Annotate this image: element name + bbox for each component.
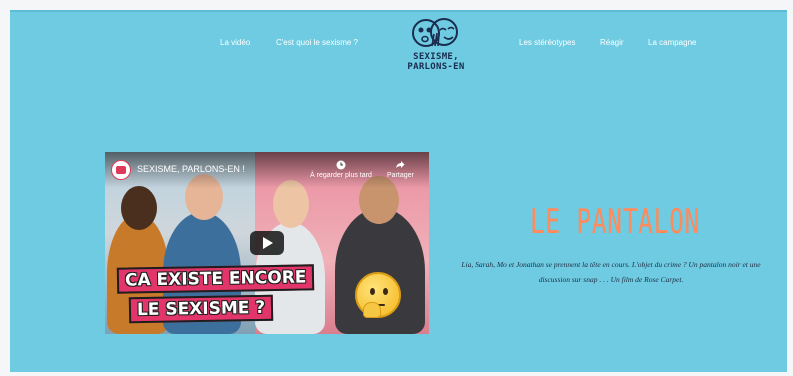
- top-bar: [10, 10, 787, 12]
- video-player[interactable]: SEXISME, PARLONS-EN ! À regarder plus ta…: [105, 152, 429, 334]
- nav-reagir[interactable]: Réagir: [600, 38, 624, 47]
- video-title[interactable]: SEXISME, PARLONS-EN !: [137, 164, 245, 174]
- watch-later-button[interactable]: À regarder plus tard: [310, 160, 372, 179]
- film-description: Lia, Sarah, Mo et Jonathan se prennent l…: [461, 260, 761, 284]
- video-banner-line-1: CA EXISTE ENCORE: [116, 264, 315, 294]
- page-title: LE PANTALON: [529, 202, 701, 242]
- video-banner-line-2: LE SEXISME ?: [128, 294, 274, 324]
- nav-la-video[interactable]: La vidéo: [220, 38, 250, 47]
- faces-logo-icon: [412, 18, 458, 47]
- channel-avatar[interactable]: [111, 160, 131, 180]
- share-icon: [396, 161, 405, 168]
- nav-les-stereotypes[interactable]: Les stéréotypes: [519, 38, 575, 47]
- nav-la-campagne[interactable]: La campagne: [648, 38, 696, 47]
- site-logo[interactable]: SEXISME, PARLONS-EN: [388, 16, 484, 76]
- page-background: La vidéo C'est quoi le sexisme ? Les sté…: [10, 10, 787, 372]
- logo-text: SEXISME, PARLONS-EN: [407, 52, 465, 72]
- play-button[interactable]: [250, 231, 284, 255]
- thinking-face-icon: [355, 272, 401, 318]
- clock-icon: [336, 160, 346, 170]
- nav-cest-quoi-le-sexisme[interactable]: C'est quoi le sexisme ?: [276, 38, 358, 47]
- share-button[interactable]: Partager: [387, 160, 414, 179]
